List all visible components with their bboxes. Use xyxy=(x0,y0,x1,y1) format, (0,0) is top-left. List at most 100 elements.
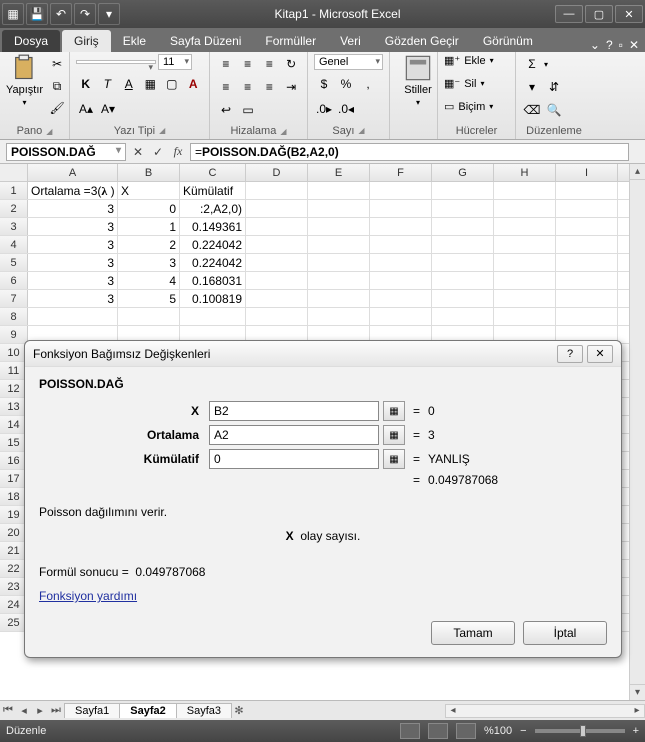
tab-data[interactable]: Veri xyxy=(328,30,373,52)
cell[interactable] xyxy=(308,236,370,253)
cell[interactable] xyxy=(432,272,494,289)
dialog-launcher-icon[interactable]: ◢ xyxy=(159,126,165,135)
styles-button[interactable]: Stiller ▾ xyxy=(396,54,440,107)
file-tab[interactable]: Dosya xyxy=(2,30,60,52)
sheet-tab[interactable]: Sayfa2 xyxy=(119,703,176,718)
border-icon[interactable]: ▦ xyxy=(141,74,161,94)
cell[interactable] xyxy=(432,290,494,307)
cell[interactable] xyxy=(494,254,556,271)
cell[interactable] xyxy=(308,218,370,235)
table-row[interactable]: 1Ortalama =3(λ )XKümülatif xyxy=(0,182,645,200)
cell[interactable] xyxy=(370,200,432,217)
cell[interactable] xyxy=(370,290,432,307)
percent-icon[interactable]: % xyxy=(336,74,356,94)
cell[interactable]: 2 xyxy=(118,236,180,253)
row-header[interactable]: 7 xyxy=(0,290,28,307)
cell[interactable]: 1 xyxy=(118,218,180,235)
tab-insert[interactable]: Ekle xyxy=(111,30,158,52)
range-selector-icon[interactable]: ▦ xyxy=(383,449,405,469)
zoom-slider[interactable] xyxy=(535,729,625,733)
cell[interactable] xyxy=(370,272,432,289)
fx-icon[interactable]: fx xyxy=(168,144,188,159)
cell[interactable] xyxy=(494,200,556,217)
col-header[interactable]: C xyxy=(180,164,246,181)
decrease-font-icon[interactable]: A▾ xyxy=(98,99,118,119)
cell[interactable]: 0.100819 xyxy=(180,290,246,307)
align-middle-icon[interactable]: ≡ xyxy=(238,54,258,74)
arg-cumulative-input[interactable] xyxy=(209,449,379,469)
align-right-icon[interactable]: ≡ xyxy=(260,77,280,97)
maximize-button[interactable]: ▢ xyxy=(585,5,613,23)
align-top-icon[interactable]: ≡ xyxy=(216,54,236,74)
cell[interactable] xyxy=(556,272,618,289)
formula-input[interactable]: =POISSON.DAĞ(B2,A2,0) xyxy=(190,143,629,161)
find-icon[interactable]: 🔍 xyxy=(544,100,564,120)
save-icon[interactable]: 💾 xyxy=(26,3,48,25)
insert-cells-icon[interactable]: ▦⁺ xyxy=(444,54,460,67)
cell[interactable] xyxy=(494,218,556,235)
ok-button[interactable]: Tamam xyxy=(431,621,515,645)
bold-icon[interactable]: K xyxy=(76,74,96,94)
cell[interactable] xyxy=(494,290,556,307)
zoom-level[interactable]: %100 xyxy=(484,725,512,737)
normal-view-icon[interactable] xyxy=(400,723,420,739)
align-bottom-icon[interactable]: ≡ xyxy=(260,54,280,74)
dialog-launcher-icon[interactable]: ◢ xyxy=(46,127,52,136)
cell[interactable] xyxy=(432,236,494,253)
help-icon[interactable]: ? xyxy=(606,38,613,52)
cell[interactable] xyxy=(370,182,432,199)
tab-page-layout[interactable]: Sayfa Düzeni xyxy=(158,30,253,52)
cell[interactable] xyxy=(246,290,308,307)
cell[interactable]: 3 xyxy=(28,272,118,289)
cell[interactable] xyxy=(494,182,556,199)
cell[interactable]: :2,A2,0) xyxy=(180,200,246,217)
cell[interactable]: 0.168031 xyxy=(180,272,246,289)
cell[interactable] xyxy=(308,200,370,217)
cut-icon[interactable]: ✂ xyxy=(47,54,67,74)
cell[interactable] xyxy=(556,290,618,307)
row-header[interactable]: 9 xyxy=(0,326,28,343)
tab-view[interactable]: Görünüm xyxy=(471,30,545,52)
col-header[interactable]: I xyxy=(556,164,618,181)
function-help-link[interactable]: Fonksiyon yardımı xyxy=(39,589,137,603)
comma-icon[interactable]: , xyxy=(358,74,378,94)
fill-color-icon[interactable]: ▢ xyxy=(162,74,182,94)
cell[interactable] xyxy=(246,254,308,271)
col-header[interactable]: G xyxy=(432,164,494,181)
delete-cells-icon[interactable]: ▦⁻ xyxy=(444,77,460,90)
dialog-close-button[interactable]: ✕ xyxy=(587,345,613,363)
increase-decimal-icon[interactable]: .0▸ xyxy=(314,99,334,119)
dialog-launcher-icon[interactable]: ◢ xyxy=(358,126,364,135)
horizontal-scrollbar[interactable]: ◂▸ xyxy=(445,704,645,718)
align-center-icon[interactable]: ≡ xyxy=(238,77,258,97)
enter-formula-icon[interactable]: ✓ xyxy=(148,145,168,159)
paste-button[interactable]: Yapıştır ▾ xyxy=(6,54,43,107)
align-left-icon[interactable]: ≡ xyxy=(216,77,236,97)
scroll-up-icon[interactable]: ▴ xyxy=(630,164,645,180)
vertical-scrollbar[interactable]: ▴ ▾ xyxy=(629,164,645,700)
format-cells-icon[interactable]: ▭ xyxy=(444,100,454,113)
workbook-close-icon[interactable]: ✕ xyxy=(629,38,639,52)
undo-icon[interactable]: ↶ xyxy=(50,3,72,25)
dialog-launcher-icon[interactable]: ◢ xyxy=(280,127,286,136)
cell[interactable] xyxy=(432,308,494,325)
col-header[interactable]: H xyxy=(494,164,556,181)
copy-icon[interactable]: ⧉ xyxy=(47,76,67,96)
cell[interactable]: 3 xyxy=(118,254,180,271)
arg-x-input[interactable] xyxy=(209,401,379,421)
sheet-nav-next-icon[interactable]: ▸ xyxy=(32,704,48,717)
ribbon-minimize-icon[interactable]: ⌄ xyxy=(590,38,600,52)
cell[interactable] xyxy=(28,308,118,325)
window-restore-icon[interactable]: ▫ xyxy=(619,38,623,52)
cell[interactable] xyxy=(556,236,618,253)
cell[interactable]: 3 xyxy=(28,200,118,217)
scroll-left-icon[interactable]: ◂ xyxy=(446,705,460,717)
cancel-formula-icon[interactable]: ✕ xyxy=(128,145,148,159)
col-header[interactable]: F xyxy=(370,164,432,181)
cell[interactable] xyxy=(494,236,556,253)
table-row[interactable]: 230:2,A2,0) xyxy=(0,200,645,218)
cell[interactable] xyxy=(432,254,494,271)
cell[interactable] xyxy=(370,308,432,325)
cell[interactable] xyxy=(246,308,308,325)
cell[interactable]: 3 xyxy=(28,290,118,307)
